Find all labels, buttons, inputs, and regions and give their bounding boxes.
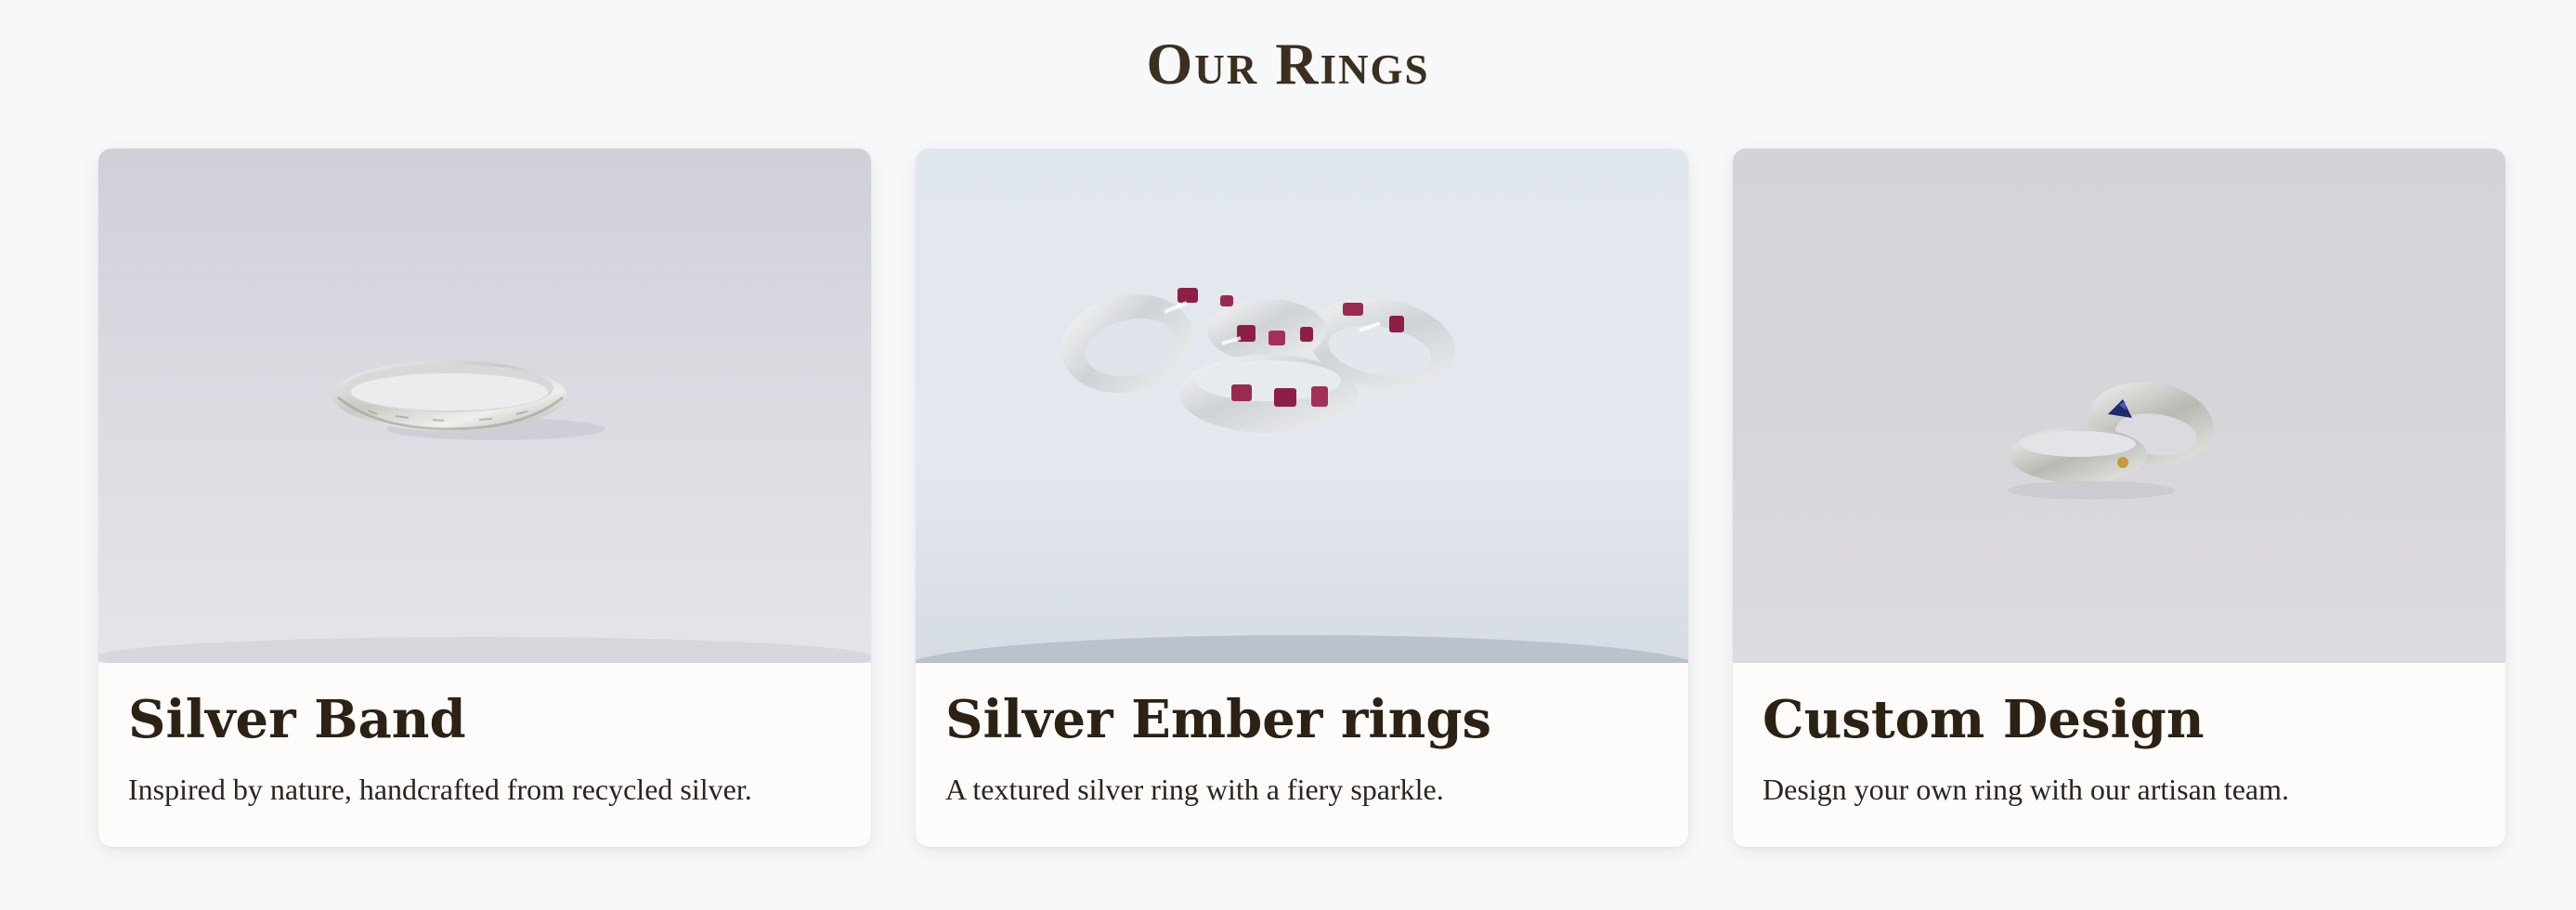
card-description: Inspired by nature, handcrafted from rec… bbox=[128, 773, 752, 806]
card-description: A textured silver ring with a fiery spar… bbox=[945, 773, 1444, 806]
card-body: Custom Design Design your own ring with … bbox=[1733, 663, 2505, 847]
card-title[interactable]: Silver Ember rings bbox=[945, 687, 1491, 752]
product-card-silver-band[interactable]: Silver Band Inspired by nature, handcraf… bbox=[98, 149, 871, 847]
card-title[interactable]: Silver Band bbox=[128, 687, 466, 752]
card-title[interactable]: Custom Design bbox=[1763, 687, 2205, 752]
silver-ember-rings-image[interactable] bbox=[916, 149, 1688, 663]
card-description: Design your own ring with our artisan te… bbox=[1763, 773, 2289, 806]
product-card-custom-design[interactable]: Custom Design Design your own ring with … bbox=[1733, 149, 2505, 847]
product-card-silver-ember-rings[interactable]: Silver Ember rings A textured silver rin… bbox=[916, 149, 1688, 847]
custom-design-image[interactable] bbox=[1733, 149, 2505, 663]
card-body: Silver Band Inspired by nature, handcraf… bbox=[98, 663, 871, 847]
card-body: Silver Ember rings A textured silver rin… bbox=[916, 663, 1688, 847]
section-title: Our Rings bbox=[1146, 31, 1430, 97]
silver-band-image[interactable] bbox=[98, 149, 871, 663]
